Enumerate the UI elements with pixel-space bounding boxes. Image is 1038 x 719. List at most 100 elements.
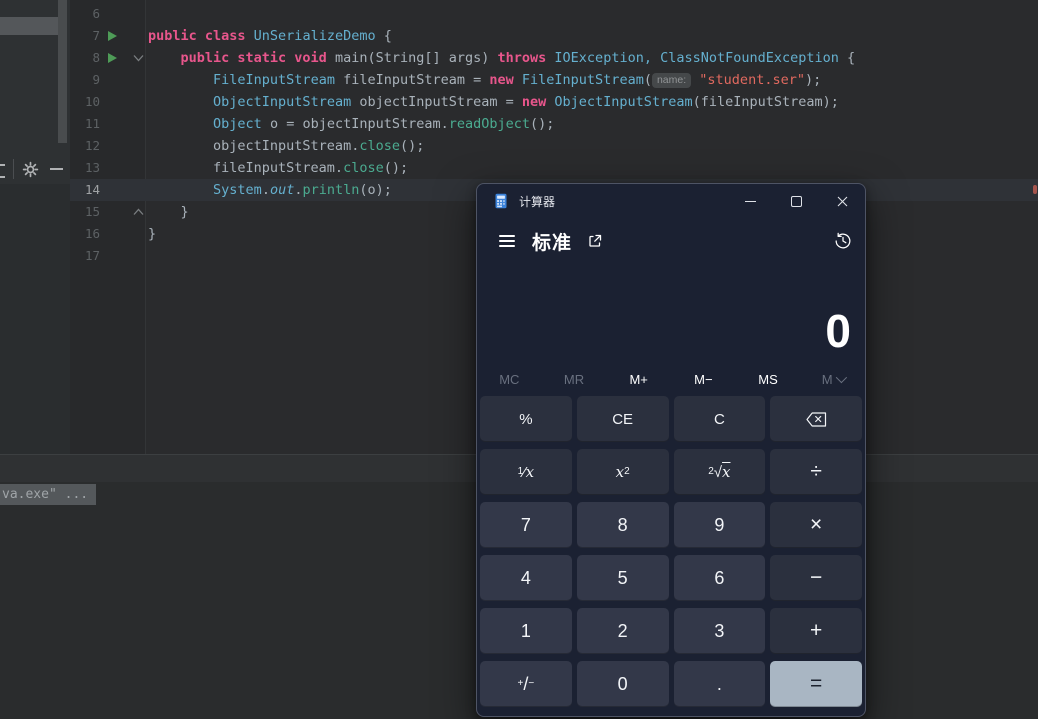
line-number: 16: [76, 223, 100, 245]
line-number: 14: [76, 179, 100, 201]
gutter-row: 6: [70, 3, 145, 25]
calc-key-backspace[interactable]: [770, 396, 862, 442]
hide-panel-icon[interactable]: [50, 168, 63, 170]
close-icon: [837, 196, 848, 207]
calc-key-one[interactable]: 1: [480, 608, 572, 654]
line-number: 9: [76, 69, 100, 91]
memory-key-MR[interactable]: MR: [542, 367, 607, 391]
console-output-text: va.exe" ...: [0, 484, 96, 505]
calc-key-divide[interactable]: ÷: [770, 449, 862, 495]
calc-key-eight[interactable]: 8: [577, 502, 669, 548]
calc-key-percent[interactable]: %: [480, 396, 572, 442]
code-line: public class UnSerializeDemo {: [145, 25, 1038, 47]
line-number: 6: [76, 3, 100, 25]
code-line: ObjectInputStream objectInputStream = ne…: [145, 91, 1038, 113]
left-tool-panel: [0, 0, 70, 454]
memory-key-label: MR: [564, 372, 584, 387]
gutter-row: 13: [70, 157, 145, 179]
parameter-hint: name:: [652, 73, 691, 88]
panel-toolbar: [0, 155, 70, 184]
calc-key-square[interactable]: x2: [577, 449, 669, 495]
memory-key-label: M: [822, 372, 833, 387]
code-line: public static void main(String[] args) t…: [145, 47, 1038, 69]
chevron-down-icon: [835, 372, 846, 383]
calc-key-two[interactable]: 2: [577, 608, 669, 654]
run-gutter-icon[interactable]: [108, 31, 117, 41]
line-number: 15: [76, 201, 100, 223]
gutter-row: 15: [70, 201, 145, 223]
calc-key-three[interactable]: 3: [674, 608, 766, 654]
gutter-row: 16: [70, 223, 145, 245]
memory-key-Mminus[interactable]: M−: [671, 367, 736, 391]
keep-on-top-icon[interactable]: [587, 233, 603, 249]
maximize-button[interactable]: [773, 184, 819, 218]
calc-key-square-root[interactable]: 2√x: [674, 449, 766, 495]
calc-key-six[interactable]: 6: [674, 555, 766, 601]
calc-key-clear[interactable]: C: [674, 396, 766, 442]
minimize-icon: [745, 201, 756, 202]
calc-key-add[interactable]: +: [770, 608, 862, 654]
fold-close-icon[interactable]: [133, 208, 144, 216]
panel-selected-item[interactable]: [0, 17, 58, 35]
calc-key-zero[interactable]: 0: [577, 661, 669, 707]
calculator-app-icon: [493, 193, 509, 209]
backspace-icon: [806, 412, 827, 427]
fold-open-icon[interactable]: [133, 54, 144, 62]
calc-key-equals[interactable]: =: [770, 661, 862, 707]
panel-content: [0, 184, 70, 454]
line-number: 12: [76, 135, 100, 157]
menu-icon[interactable]: [499, 235, 515, 247]
code-line: FileInputStream fileInputStream = new Fi…: [145, 69, 1038, 91]
calc-key-decimal[interactable]: .: [674, 661, 766, 707]
error-stripe-mark[interactable]: [1033, 185, 1037, 194]
ide-screen: 67891011121314151617 public class UnSeri…: [0, 0, 1038, 719]
code-line: fileInputStream.close();: [145, 157, 1038, 179]
history-icon[interactable]: [833, 231, 853, 251]
gutter-row: 9: [70, 69, 145, 91]
gutter-row: 12: [70, 135, 145, 157]
calc-key-subtract[interactable]: −: [770, 555, 862, 601]
calculator-keypad: %CEC 1⁄xx22√x÷ 789× 456− 123+ +/−0.=: [480, 396, 862, 707]
calculator-navrow: 标准: [489, 224, 853, 258]
calc-key-negate[interactable]: +/−: [480, 661, 572, 707]
window-title: 计算器: [519, 193, 555, 210]
close-button[interactable]: [819, 184, 865, 218]
run-gutter-icon[interactable]: [108, 53, 117, 63]
memory-key-label: MC: [499, 372, 519, 387]
line-number: 7: [76, 25, 100, 47]
line-number: 17: [76, 245, 100, 267]
panel-scrollbar[interactable]: [58, 0, 67, 143]
code-line: Object o = objectInputStream.readObject(…: [145, 113, 1038, 135]
calculator-display: 0: [487, 262, 851, 354]
gutter-row: 8: [70, 47, 145, 69]
calc-key-nine[interactable]: 9: [674, 502, 766, 548]
editor-gutter: 67891011121314151617: [70, 3, 145, 267]
line-number: 8: [76, 47, 100, 69]
calc-key-clear-entry[interactable]: CE: [577, 396, 669, 442]
maximize-icon: [791, 196, 802, 207]
settings-gear-icon[interactable]: [22, 161, 39, 178]
code-line: [145, 3, 1038, 25]
memory-key-M[interactable]: M: [800, 367, 865, 391]
memory-key-label: M+: [629, 372, 647, 387]
calc-key-multiply[interactable]: ×: [770, 502, 862, 548]
memory-key-label: MS: [758, 372, 778, 387]
calculator-window: 计算器 标准: [476, 183, 866, 717]
gutter-row: 11: [70, 113, 145, 135]
calc-key-five[interactable]: 5: [577, 555, 669, 601]
gutter-row: 7: [70, 25, 145, 47]
memory-key-Mplus[interactable]: M+: [606, 367, 671, 391]
clipped-toolbar-icon[interactable]: [0, 164, 5, 178]
memory-key-MC[interactable]: MC: [477, 367, 542, 391]
calculator-titlebar[interactable]: 计算器: [477, 184, 865, 218]
memory-row: MC MR M+ M− MS M: [477, 367, 865, 391]
calc-key-four[interactable]: 4: [480, 555, 572, 601]
gutter-row: 14: [70, 179, 145, 201]
mode-label: 标准: [532, 228, 572, 255]
line-number: 13: [76, 157, 100, 179]
line-number: 10: [76, 91, 100, 113]
calc-key-reciprocal[interactable]: 1⁄x: [480, 449, 572, 495]
memory-key-MS[interactable]: MS: [736, 367, 801, 391]
minimize-button[interactable]: [727, 184, 773, 218]
calc-key-seven[interactable]: 7: [480, 502, 572, 548]
